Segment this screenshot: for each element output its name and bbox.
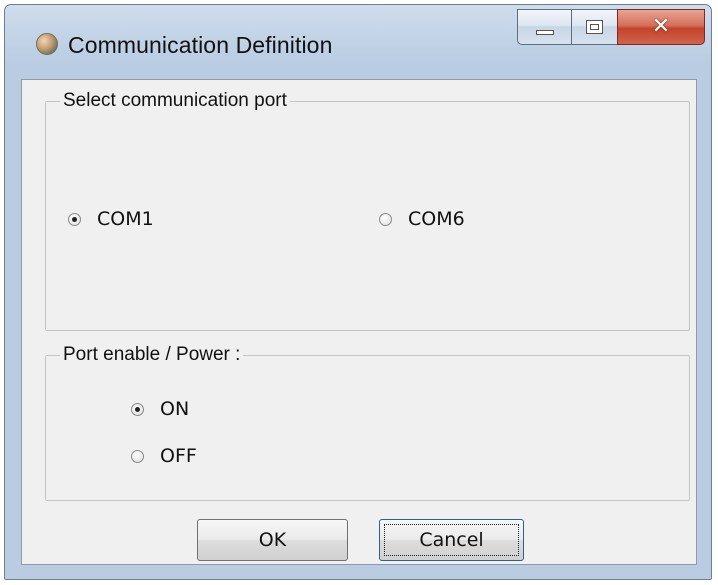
radio-com1-indicator[interactable] (68, 212, 81, 226)
radio-on[interactable]: ON (131, 398, 189, 420)
minimize-button[interactable] (517, 9, 571, 45)
radio-on-indicator[interactable] (131, 402, 144, 416)
port-groupbox: Select communication port COM1 COM6 (45, 90, 690, 331)
maximize-icon (586, 20, 603, 34)
app-globe-icon (36, 33, 58, 55)
radio-com6-indicator[interactable] (379, 212, 392, 226)
minimize-icon (535, 29, 554, 35)
close-icon: ✕ (651, 14, 671, 39)
radio-on-label[interactable]: ON (160, 398, 189, 420)
radio-off[interactable]: OFF (131, 445, 197, 467)
radio-off-indicator[interactable] (131, 449, 144, 463)
port-group-label: Select communication port (60, 90, 290, 112)
caption-buttons: ✕ (517, 9, 705, 49)
close-button[interactable]: ✕ (617, 9, 705, 45)
power-groupbox: Port enable / Power : ON OFF (45, 344, 690, 501)
ok-button[interactable]: OK (197, 519, 348, 561)
dialog-window: Communication Definition ✕ Select commun… (4, 4, 712, 580)
ok-button-label: OK (258, 529, 287, 551)
power-group-label: Port enable / Power : (60, 344, 244, 366)
cancel-button[interactable]: Cancel (379, 519, 524, 561)
radio-com6[interactable]: COM6 (379, 208, 465, 230)
title-bar[interactable]: Communication Definition ✕ (5, 5, 711, 79)
radio-com6-label[interactable]: COM6 (408, 208, 465, 230)
radio-off-label[interactable]: OFF (160, 445, 197, 467)
radio-com1[interactable]: COM1 (68, 208, 154, 230)
window-title: Communication Definition (68, 32, 333, 58)
radio-com1-label[interactable]: COM1 (97, 208, 154, 230)
focus-ring (384, 524, 519, 556)
dialog-client-area: Select communication port COM1 COM6 Port… (21, 79, 697, 565)
maximize-button[interactable] (571, 9, 617, 45)
